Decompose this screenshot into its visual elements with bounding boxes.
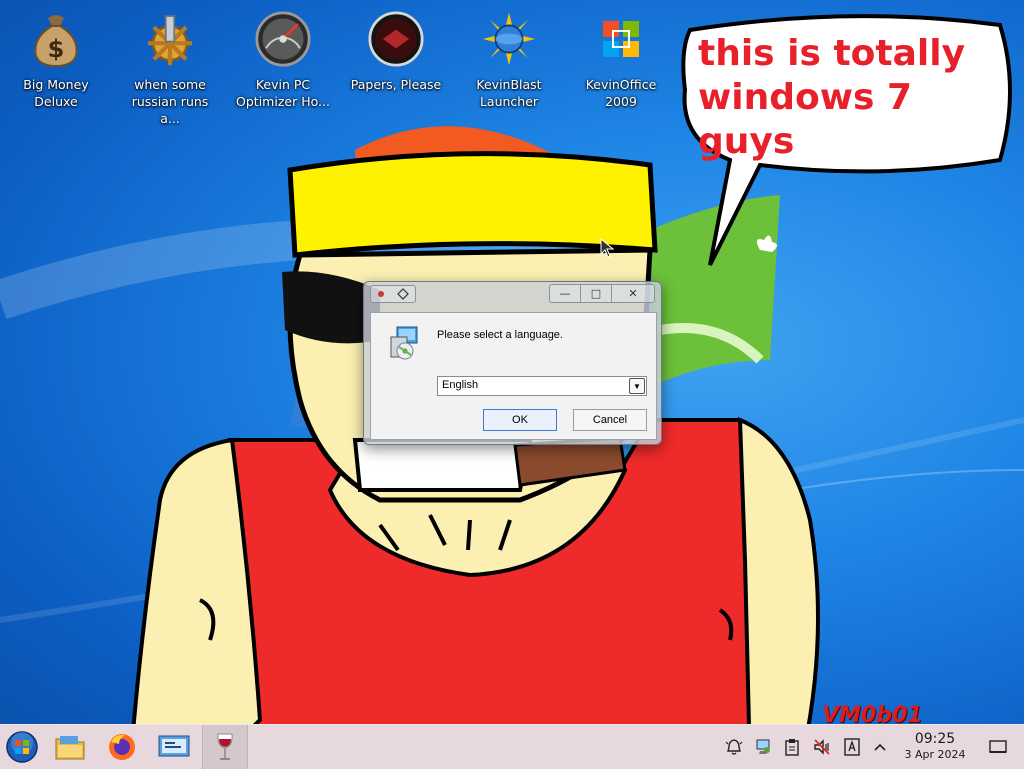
tray-clipboard[interactable] (778, 725, 806, 769)
ok-button[interactable]: OK (483, 409, 557, 431)
taskbar: 09:25 3 Apr 2024 (0, 724, 1024, 769)
minimize-icon: — (559, 287, 571, 300)
desktop-icon-kevinoffice-2009[interactable]: KevinOffice 2009 (571, 8, 671, 110)
show-desktop-button[interactable] (984, 725, 1012, 769)
dialog-prompt-text: Please select a language. (437, 329, 563, 341)
minimize-button[interactable]: — (550, 285, 581, 302)
file-manager-icon (55, 736, 85, 760)
taskbar-wine[interactable] (202, 725, 248, 769)
window-menu-button[interactable] (370, 285, 416, 303)
clock-time: 09:25 (914, 731, 956, 747)
tray-notifications[interactable] (720, 725, 748, 769)
taskbar-file-manager[interactable] (48, 725, 92, 769)
taskbar-network-manager[interactable] (152, 725, 196, 769)
gear-pipe-icon (142, 8, 198, 70)
language-select[interactable]: English ▼ (437, 376, 647, 396)
chevron-down-icon[interactable]: ▼ (629, 378, 645, 394)
office-logo-icon (593, 8, 649, 70)
wine-glass-icon (217, 733, 233, 760)
cancel-button[interactable]: Cancel (573, 409, 647, 431)
gauge-icon (255, 8, 311, 70)
desktop-icon-big-money-deluxe[interactable]: $ Big Money Deluxe (6, 8, 106, 110)
language-select-value: English (442, 379, 479, 391)
taskbar-clock[interactable]: 09:25 3 Apr 2024 (896, 731, 974, 762)
tray-expand[interactable] (866, 725, 894, 769)
desktop-icon-label: Kevin PC Optimizer Ho... (236, 77, 330, 109)
desktop-icon-papers-please[interactable]: Papers, Please (346, 8, 446, 93)
firefox-icon (109, 734, 135, 760)
chevron-up-icon (874, 743, 886, 751)
desktop-icon-label: Papers, Please (350, 77, 442, 92)
desktop-icon-label: KevinBlast Launcher (476, 77, 542, 109)
close-button[interactable]: ✕ (612, 285, 654, 302)
maximize-button[interactable]: □ (581, 285, 612, 302)
mouse-cursor-icon (600, 238, 614, 258)
desktop-icon-kevinblast-launcher[interactable]: KevinBlast Launcher (459, 8, 559, 110)
maximize-icon: □ (590, 287, 602, 300)
network-manager-icon (158, 735, 190, 757)
tray-network[interactable] (749, 725, 777, 769)
desktop-icon-when-some-russian[interactable]: when some russian runs a... (120, 8, 220, 127)
money-bag-icon: $ (28, 8, 84, 70)
clipboard-icon (785, 739, 799, 756)
dialog-client-area: Please select a language. English ▼ OK C… (370, 312, 657, 440)
language-select-dialog: — □ ✕ Please select a language. English … (363, 281, 662, 445)
installer-setup-icon (390, 326, 418, 360)
speech-bubble-text: this is totally windows 7 guys (698, 33, 966, 162)
keyboard-layout-icon (844, 738, 860, 756)
tray-keyboard-layout[interactable] (838, 725, 866, 769)
papers-please-icon (368, 8, 424, 70)
show-desktop-icon (989, 740, 1007, 753)
sun-disc-icon (481, 8, 537, 70)
close-icon: ✕ (628, 287, 638, 300)
desktop-icon-label: Big Money Deluxe (23, 77, 89, 109)
svg-text:$: $ (48, 35, 65, 63)
network-icon (756, 739, 770, 754)
desktop-icon-kevin-pc-optimizer[interactable]: Kevin PC Optimizer Ho... (233, 8, 333, 110)
window-controls: — □ ✕ (549, 284, 655, 303)
notifications-bell-icon (725, 739, 743, 755)
desktop-icon-label: KevinOffice 2009 (585, 77, 657, 109)
desktop-icon-label: when some russian runs a... (131, 77, 209, 126)
taskbar-firefox[interactable] (100, 725, 144, 769)
start-button[interactable] (0, 725, 44, 769)
clock-date: 3 Apr 2024 (904, 748, 966, 761)
start-orb-icon (6, 731, 38, 763)
volume-muted-icon (814, 739, 830, 755)
tray-volume[interactable] (808, 725, 836, 769)
dialog-titlebar[interactable]: — □ ✕ (364, 282, 661, 304)
